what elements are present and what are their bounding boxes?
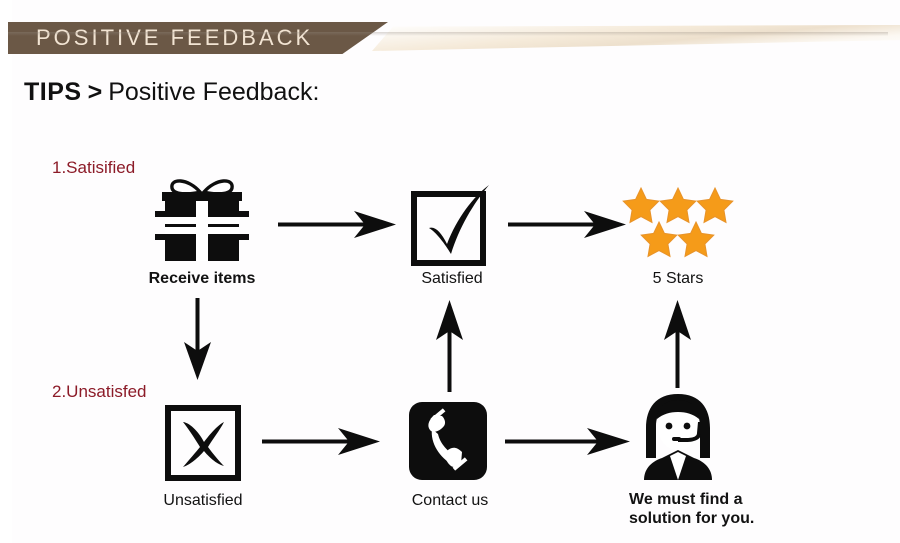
support-agent-icon xyxy=(632,392,724,482)
label-receive-items: Receive items xyxy=(148,270,256,287)
checkbox-cross-icon xyxy=(164,404,242,482)
arrow-agent-to-stars xyxy=(658,300,698,388)
page-title-tips: TIPS xyxy=(24,78,82,106)
banner: POSITIVE FEEDBACK xyxy=(0,22,900,54)
telephone-icon xyxy=(409,402,487,480)
page-title: TIPS > Positive Feedback: xyxy=(24,78,319,107)
label-satisfied: Satisfied xyxy=(421,270,483,287)
step-label-satisfied: 1.Satisified xyxy=(52,158,136,177)
banner-tail-band-inner xyxy=(372,25,900,51)
arrow-unsatisfied-to-contact xyxy=(262,422,380,462)
step-label-unsatisfied: 2.Unsatisfed xyxy=(52,382,147,401)
gift-box-icon xyxy=(150,176,254,264)
arrow-contact-to-satisfied xyxy=(430,300,470,392)
label-five-stars: 5 Stars xyxy=(652,270,704,287)
arrow-contact-to-agent xyxy=(505,422,630,462)
label-solution: We must find a solution for you. xyxy=(629,491,755,527)
page-title-subject: Positive Feedback: xyxy=(108,78,320,106)
label-contact-us: Contact us xyxy=(411,492,489,509)
label-unsatisfied: Unsatisfied xyxy=(163,492,243,509)
arrow-receive-to-satisfied xyxy=(278,205,396,245)
arrow-receive-to-unsatisfied xyxy=(178,298,218,380)
page-title-separator: > xyxy=(87,78,103,106)
banner-shadow xyxy=(8,32,888,36)
checkbox-check-icon xyxy=(409,182,495,268)
five-stars-icon xyxy=(622,186,734,258)
arrow-satisfied-to-stars xyxy=(508,205,626,245)
banner-title: POSITIVE FEEDBACK xyxy=(36,25,314,50)
